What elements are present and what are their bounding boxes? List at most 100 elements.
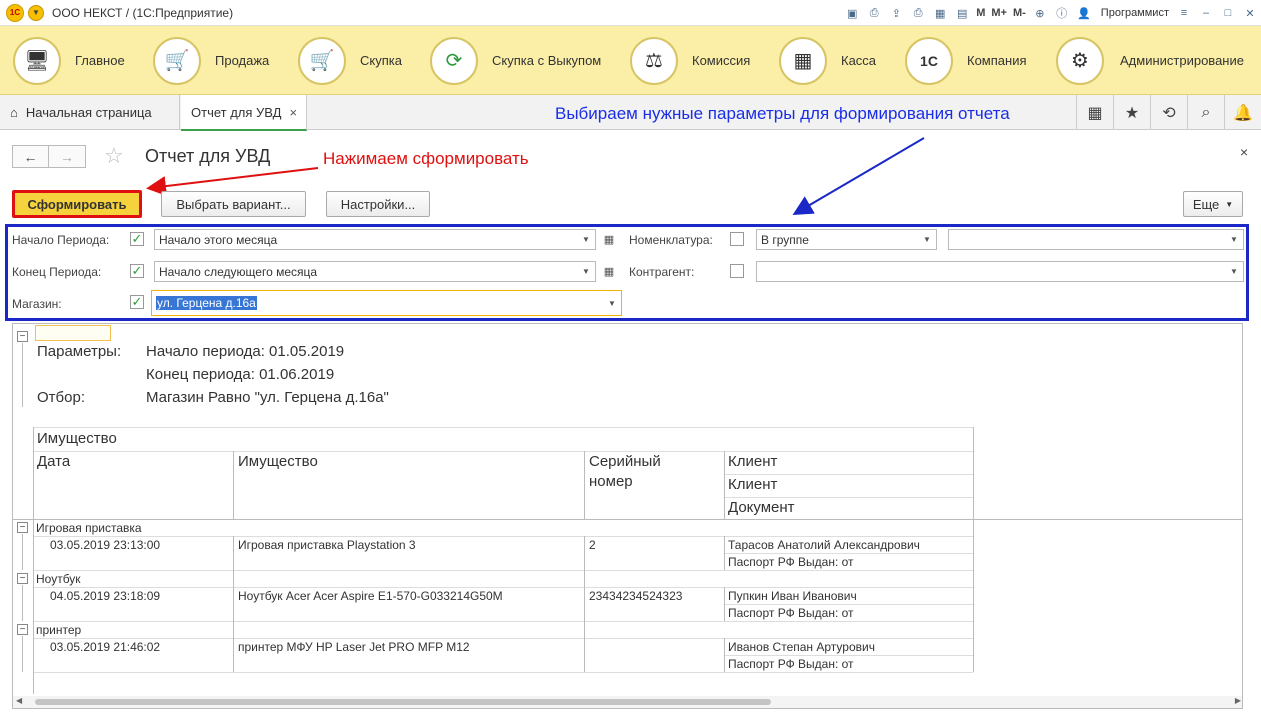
chevron-down-icon[interactable]: ▼ bbox=[577, 262, 595, 281]
period-start-field[interactable]: Начало этого месяца ▼ bbox=[154, 229, 596, 250]
store-checkbox[interactable]: ✓ bbox=[130, 294, 144, 309]
nomenclature-mode-field[interactable]: В группе ▼ bbox=[756, 229, 937, 250]
calendar-icon[interactable]: ▦ bbox=[599, 229, 619, 250]
tab-close-icon[interactable]: × bbox=[289, 105, 297, 120]
upload-icon[interactable]: ⇪ bbox=[887, 4, 905, 22]
selected-cell[interactable] bbox=[35, 325, 111, 341]
counterparty-field[interactable]: ▼ bbox=[756, 261, 1244, 282]
chevron-down-icon[interactable]: ▼ bbox=[918, 230, 936, 249]
grid-line bbox=[13, 519, 1242, 520]
report-area[interactable]: − Параметры: Начало периода: 01.05.2019 … bbox=[12, 323, 1243, 709]
header-client-2: Клиент bbox=[728, 476, 778, 493]
row-client: Иванов Степан Артурович bbox=[728, 640, 875, 654]
generate-button[interactable]: Сформировать bbox=[12, 190, 142, 218]
main-menu-button[interactable]: ▼ bbox=[28, 4, 44, 21]
chevron-down-icon[interactable]: ▼ bbox=[1225, 230, 1243, 249]
save-icon[interactable]: ▣ bbox=[843, 4, 861, 22]
section-label: Скупка с Выкупом bbox=[492, 53, 602, 68]
section-cash[interactable]: ▦ Касса bbox=[779, 26, 876, 95]
forward-button[interactable]: → bbox=[49, 145, 86, 168]
settings-button[interactable]: Настройки... bbox=[326, 191, 430, 217]
section-commission[interactable]: ⚖ Комиссия bbox=[630, 26, 750, 95]
chevron-down-icon[interactable]: ▼ bbox=[603, 294, 621, 313]
collapse-icon[interactable]: − bbox=[17, 331, 28, 342]
header-document: Документ bbox=[728, 499, 795, 516]
nomenclature-checkbox[interactable] bbox=[730, 232, 744, 246]
search-icon[interactable]: ⌕ bbox=[1187, 95, 1224, 130]
group-line bbox=[22, 343, 23, 407]
horizontal-scrollbar[interactable]: ◀ ▶ bbox=[13, 696, 1242, 708]
collapse-icon[interactable]: − bbox=[17, 624, 28, 635]
gears-icon: ⚙ bbox=[1056, 36, 1104, 85]
tab-home[interactable]: ⌂ Начальная страница bbox=[0, 95, 180, 130]
chevron-down-icon: ▼ bbox=[1225, 199, 1234, 209]
nomenclature-value-field[interactable]: ▼ bbox=[948, 229, 1244, 250]
favorites-icon[interactable]: ★ bbox=[1113, 95, 1150, 130]
section-buy-redeem[interactable]: ⟳ Скупка с Выкупом bbox=[430, 26, 601, 95]
minimize-icon[interactable]: – bbox=[1197, 4, 1215, 22]
chevron-down-icon[interactable]: ▼ bbox=[1225, 262, 1243, 281]
tab-report[interactable]: Отчет для УВД × bbox=[181, 95, 307, 131]
section-sale[interactable]: 🛒 Продажа bbox=[153, 26, 269, 95]
info-icon[interactable]: ⓘ bbox=[1053, 4, 1071, 22]
all-functions-icon[interactable]: ▦ bbox=[1076, 95, 1113, 130]
grid-line bbox=[724, 655, 973, 656]
calendar-icon[interactable]: ▦ bbox=[599, 261, 619, 282]
zoom-icon[interactable]: ⊕ bbox=[1031, 4, 1049, 22]
scrollbar-thumb[interactable] bbox=[35, 699, 771, 705]
maximize-icon[interactable]: □ bbox=[1219, 4, 1237, 22]
app-logo-icon: 1С bbox=[6, 3, 24, 22]
row-item: Игровая приставка Playstation 3 bbox=[238, 538, 416, 552]
memory-minus-button[interactable]: M- bbox=[1013, 7, 1026, 19]
header-serial: Серийный bbox=[589, 453, 661, 470]
period-end-field[interactable]: Начало следующего месяца ▼ bbox=[154, 261, 596, 282]
header-serial-2: номер bbox=[589, 473, 633, 490]
section-main[interactable]: 🖥 Главное bbox=[13, 26, 125, 95]
grid-line bbox=[724, 536, 725, 570]
calendar-icon[interactable]: ▤ bbox=[953, 4, 971, 22]
back-button[interactable]: ← bbox=[12, 145, 49, 168]
section-buy[interactable]: 🛒 Скупка bbox=[298, 26, 402, 95]
close-icon[interactable]: ✕ bbox=[1241, 4, 1259, 22]
counterparty-label: Контрагент: bbox=[629, 265, 695, 279]
param-period-start: Начало периода: 01.05.2019 bbox=[146, 343, 345, 360]
form-close-icon[interactable]: × bbox=[1240, 144, 1248, 160]
filter-panel: Начало Периода: ✓ Начало этого месяца ▼ … bbox=[5, 224, 1249, 321]
period-start-checkbox[interactable]: ✓ bbox=[130, 231, 144, 246]
nomenclature-mode-value: В группе bbox=[761, 232, 809, 247]
section-label: Главное bbox=[75, 53, 125, 68]
menu-icon[interactable]: ≡ bbox=[1175, 4, 1193, 22]
scroll-right-icon[interactable]: ▶ bbox=[1235, 696, 1241, 705]
print-icon[interactable]: ⎙ bbox=[865, 4, 883, 22]
section-label: Компания bbox=[967, 53, 1027, 68]
printer-icon[interactable]: ⎙ bbox=[909, 4, 927, 22]
user-name[interactable]: Программист bbox=[1101, 7, 1169, 19]
memory-plus-button[interactable]: M+ bbox=[991, 7, 1007, 19]
grid-line bbox=[724, 474, 973, 475]
grid-line bbox=[33, 587, 973, 588]
annotation-blue: Выбираем нужные параметры для формирован… bbox=[555, 104, 1010, 123]
choose-variant-button[interactable]: Выбрать вариант... bbox=[161, 191, 306, 217]
history-icon[interactable]: ⟲ bbox=[1150, 95, 1187, 130]
collapse-icon[interactable]: − bbox=[17, 522, 28, 533]
memory-m-button[interactable]: M bbox=[976, 7, 985, 19]
grid-line bbox=[724, 604, 973, 605]
favorite-star-icon[interactable]: ☆ bbox=[104, 143, 124, 169]
section-company[interactable]: 1C Компания bbox=[905, 26, 1027, 95]
collapse-icon[interactable]: − bbox=[17, 573, 28, 584]
period-end-checkbox[interactable]: ✓ bbox=[130, 263, 144, 278]
store-label: Магазин: bbox=[12, 297, 62, 311]
counterparty-checkbox[interactable] bbox=[730, 264, 744, 278]
notifications-icon[interactable]: 🔔 bbox=[1224, 95, 1261, 130]
section-label: Комиссия bbox=[692, 53, 751, 68]
section-admin[interactable]: ⚙ Администрирование bbox=[1056, 26, 1244, 95]
title-bar: 1С ▼ ООО НЕКСТ / (1С:Предприятие) ▣ ⎙ ⇪ … bbox=[0, 0, 1261, 26]
more-button[interactable]: Еще ▼ bbox=[1183, 191, 1243, 217]
grid-line bbox=[33, 519, 34, 694]
calculator-icon[interactable]: ▦ bbox=[931, 4, 949, 22]
params-label: Параметры: bbox=[37, 343, 122, 360]
chevron-down-icon[interactable]: ▼ bbox=[577, 230, 595, 249]
group-line bbox=[22, 636, 23, 672]
scroll-left-icon[interactable]: ◀ bbox=[16, 696, 22, 705]
store-field[interactable]: ул. Герцена д.16а ▼ bbox=[151, 290, 622, 316]
